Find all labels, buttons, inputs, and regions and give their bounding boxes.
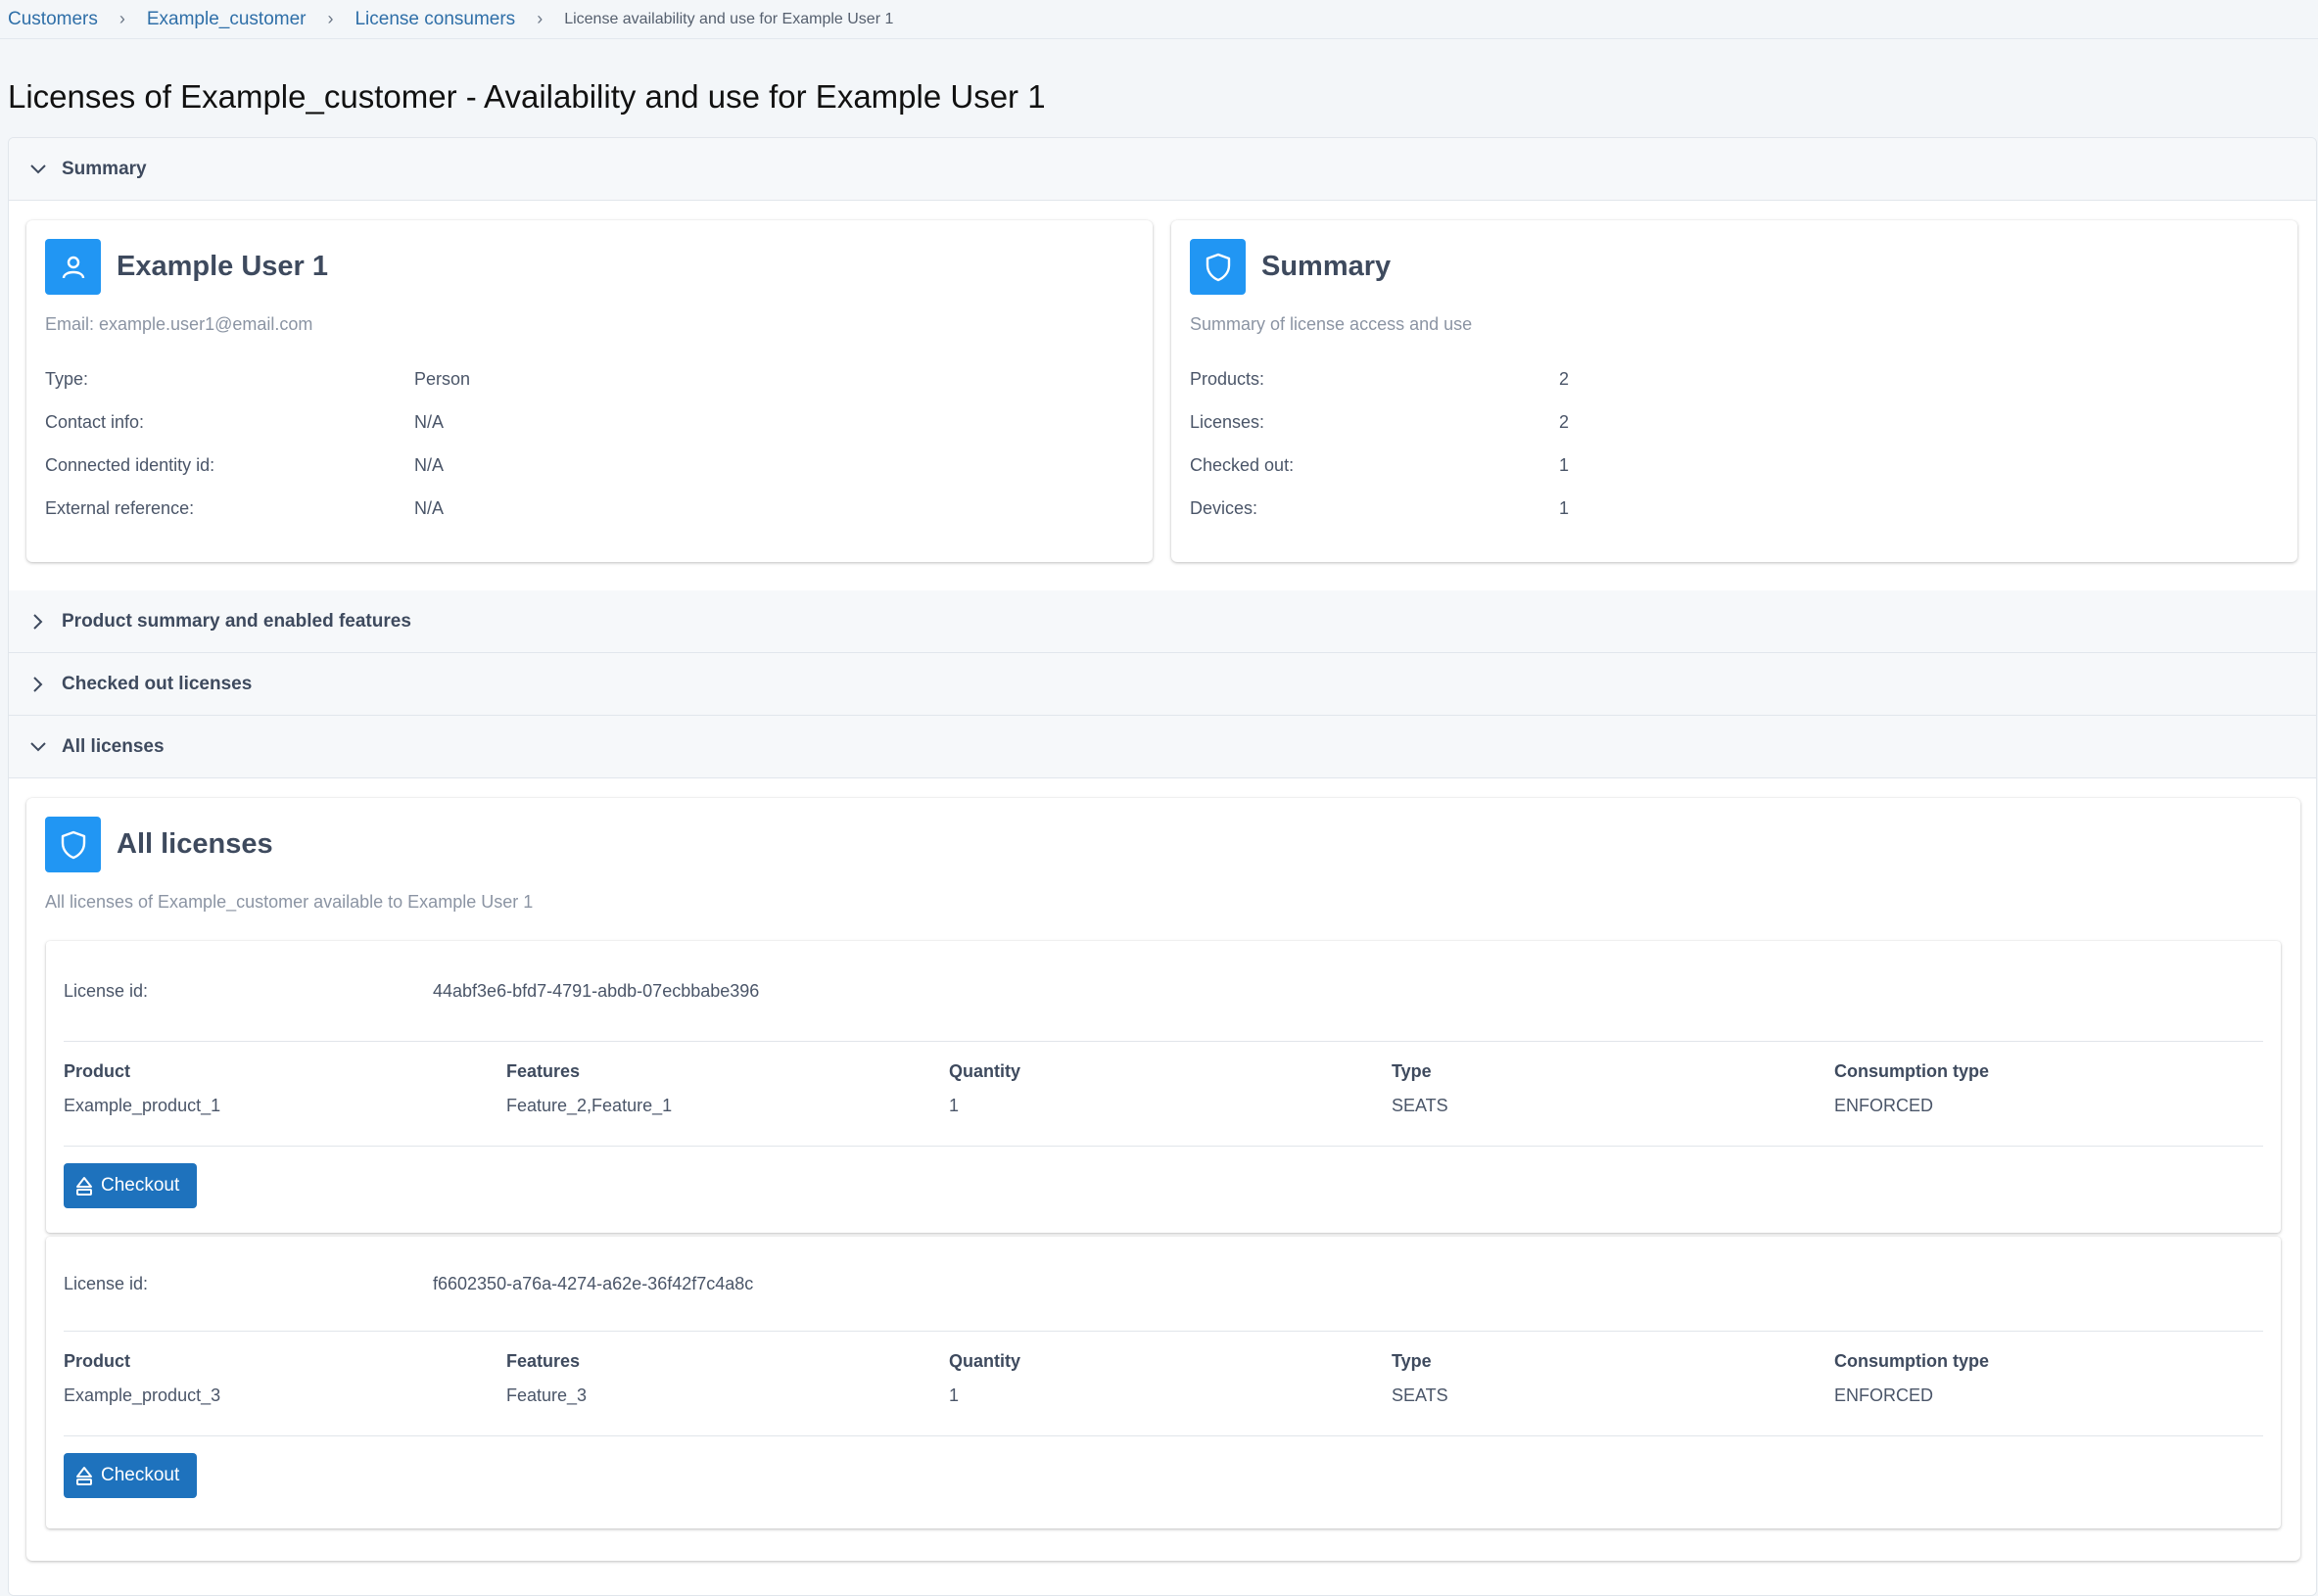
license-features: Feature_3 <box>506 1385 588 1405</box>
all-licenses-title: All licenses <box>117 828 273 860</box>
license-consumption-type: ENFORCED <box>1834 1096 1934 1115</box>
column-header-product: Product <box>64 1351 131 1371</box>
column-header-quantity: Quantity <box>949 1061 1021 1081</box>
eject-icon <box>76 1467 92 1485</box>
column-header-features: Features <box>506 1061 581 1081</box>
license-id-row: License id: 44abf3e6-bfd7-4791-abdb-07ec… <box>64 980 760 1001</box>
breadcrumb-customers[interactable]: Customers <box>8 9 98 30</box>
column-header-consumption-type: Consumption type <box>1834 1061 1989 1081</box>
license-quantity: 1 <box>949 1096 960 1115</box>
column-header-type: Type <box>1392 1061 1432 1081</box>
chevron-right-icon: › <box>118 9 125 28</box>
accordion-label: All licenses <box>62 735 165 757</box>
accordion-label: Summary <box>62 158 147 179</box>
summary-field-devices: Devices: 1 <box>1190 497 1570 518</box>
checkout-button[interactable]: Checkout <box>64 1453 198 1498</box>
license-id-row: License id: f6602350-a76a-4274-a62e-36f4… <box>64 1273 754 1293</box>
user-name: Example User 1 <box>117 251 329 282</box>
chevron-down-icon <box>28 741 48 752</box>
summary-card: Summary Summary of license access and us… <box>1171 220 2297 562</box>
license-features: Feature_2,Feature_1 <box>506 1096 673 1115</box>
license-card: License id: f6602350-a76a-4274-a62e-36f4… <box>46 1237 2281 1528</box>
chevron-right-icon <box>28 676 48 692</box>
accordion-label: Product summary and enabled features <box>62 610 411 632</box>
user-field-type: Type: Person <box>45 368 471 389</box>
license-card: License id: 44abf3e6-bfd7-4791-abdb-07ec… <box>46 941 2281 1233</box>
summary-field-checked-out: Checked out: 1 <box>1190 454 1570 475</box>
license-table: Product Example_product_3 Features Feature… <box>46 1332 2281 1435</box>
accordion-label: Checked out licenses <box>62 673 253 694</box>
column-header-type: Type <box>1392 1351 1432 1371</box>
chevron-right-icon <box>28 613 48 630</box>
column-header-features: Features <box>506 1351 581 1371</box>
chevron-right-icon: › <box>327 9 334 28</box>
accordion-header-all-licenses[interactable]: All licenses <box>9 716 2316 778</box>
shield-icon <box>1190 239 1246 295</box>
license-product: Example_product_1 <box>64 1096 221 1115</box>
accordion-panel: Summary Example User 1 Email: example.us… <box>8 137 2317 1596</box>
all-licenses-card: All licenses All licenses of Example_cus… <box>26 798 2300 1561</box>
user-icon <box>45 239 101 295</box>
summary-field-licenses: Licenses: 2 <box>1190 411 1570 432</box>
summary-field-products: Products: 2 <box>1190 368 1570 389</box>
summary-subtitle: Summary of license access and use <box>1190 314 1473 334</box>
accordion-header-summary[interactable]: Summary <box>9 138 2316 201</box>
user-email: Email: example.user1@email.com <box>45 314 313 334</box>
user-card: Example User 1 Email: example.user1@emai… <box>26 220 1153 562</box>
license-type: SEATS <box>1392 1096 1448 1115</box>
breadcrumb-current: License availability and use for Example… <box>564 10 894 27</box>
license-consumption-type: ENFORCED <box>1834 1385 1934 1405</box>
summary-title: Summary <box>1261 251 1392 282</box>
breadcrumb-license-consumers[interactable]: License consumers <box>355 9 515 30</box>
summary-body: Example User 1 Email: example.user1@emai… <box>9 201 2316 590</box>
user-field-identity: Connected identity id: N/A <box>45 454 445 475</box>
license-id: f6602350-a76a-4274-a62e-36f42f7c4a8c <box>433 1273 754 1293</box>
license-type: SEATS <box>1392 1385 1448 1405</box>
accordion-header-checked-out[interactable]: Checked out licenses <box>9 653 2316 716</box>
column-header-quantity: Quantity <box>949 1351 1021 1371</box>
user-field-contact: Contact info: N/A <box>45 411 445 432</box>
license-quantity: 1 <box>949 1385 960 1405</box>
column-header-product: Product <box>64 1061 131 1081</box>
license-table: Product Example_product_1 Features Feature… <box>46 1042 2281 1146</box>
chevron-down-icon <box>28 164 48 174</box>
license-id: 44abf3e6-bfd7-4791-abdb-07ecbbabe396 <box>433 980 760 1001</box>
accordion-header-product-summary[interactable]: Product summary and enabled features <box>9 590 2316 653</box>
all-licenses-body: All licenses All licenses of Example_cus… <box>9 778 2316 1595</box>
license-product: Example_product_3 <box>64 1385 221 1405</box>
page-title: Licenses of Example_customer - Availabil… <box>8 78 1046 115</box>
column-header-consumption-type: Consumption type <box>1834 1351 1989 1371</box>
breadcrumb-customer[interactable]: Example_customer <box>147 9 307 30</box>
user-field-external-ref: External reference: N/A <box>45 497 445 518</box>
checkout-button[interactable]: Checkout <box>64 1163 198 1208</box>
shield-icon <box>45 817 101 872</box>
eject-icon <box>76 1177 92 1196</box>
breadcrumb: Customers › Example_customer › License c… <box>0 0 2318 39</box>
all-licenses-subtitle: All licenses of Example_customer availab… <box>45 892 534 912</box>
chevron-right-icon: › <box>537 9 544 28</box>
